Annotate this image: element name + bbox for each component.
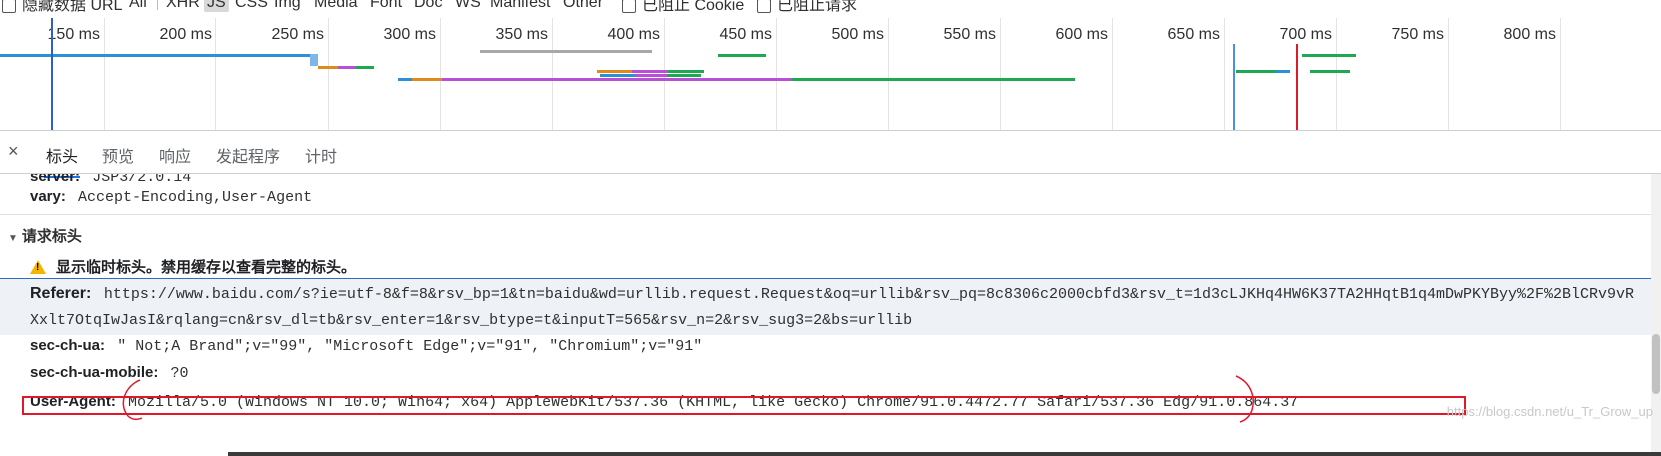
watermark: https://blog.csdn.net/u_Tr_Grow_up	[1446, 404, 1653, 419]
taskbar-edge	[228, 452, 1661, 456]
annotation-strokes	[122, 375, 1254, 423]
